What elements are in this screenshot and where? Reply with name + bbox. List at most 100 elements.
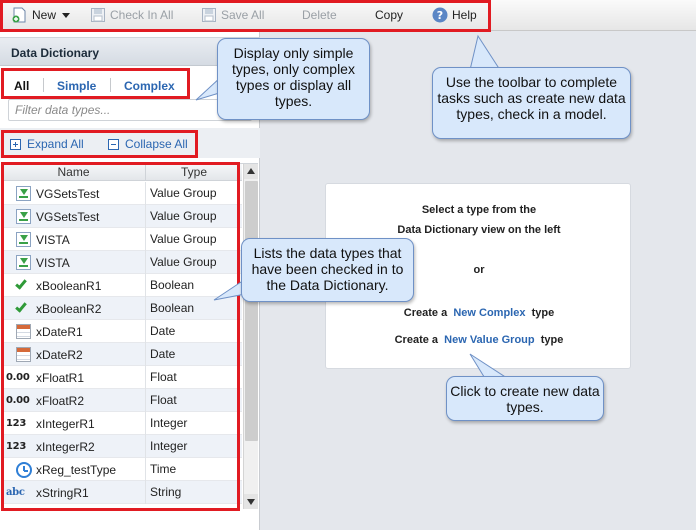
table-row[interactable]: xReg_testType Time — [2, 458, 242, 481]
table-row[interactable]: VGSetsTest Value Group — [2, 182, 242, 205]
table-row[interactable]: 0.00 xFloatR1 Float — [2, 366, 242, 389]
checkmark-icon — [6, 274, 32, 297]
name-cell: 123 xIntegerR2 — [2, 435, 146, 458]
row-name: xBooleanR1 — [36, 278, 102, 293]
row-name: xFloatR1 — [36, 370, 85, 385]
value-group-icon — [6, 182, 32, 205]
float-icon: 0.00 — [6, 389, 32, 412]
tab-all[interactable]: All — [14, 79, 29, 93]
type-cell: Value Group — [150, 255, 217, 269]
save-all-label: Save All — [221, 8, 265, 22]
row-name: xDateR2 — [36, 347, 83, 362]
tab-divider — [43, 78, 44, 92]
table-row[interactable]: VGSetsTest Value Group — [2, 205, 242, 228]
row-name: VGSetsTest — [36, 209, 100, 224]
name-cell: xDateR1 — [2, 320, 146, 343]
collapse-all-button[interactable]: Collapse All — [108, 137, 188, 151]
grid-body: VGSetsTest Value Group VGSetsTest Value Gro… — [2, 182, 242, 504]
integer-icon: 123 — [6, 435, 32, 458]
delete-label: Delete — [302, 8, 337, 22]
dropdown-arrow-icon[interactable] — [62, 12, 71, 18]
table-row[interactable]: xBooleanR1 Boolean — [2, 274, 242, 297]
table-row[interactable]: 0.00 xFloatR2 Float — [2, 389, 242, 412]
scroll-thumb[interactable] — [245, 181, 258, 441]
copy-label: Copy — [375, 8, 404, 22]
new-document-icon — [12, 7, 28, 23]
calendar-icon — [6, 320, 32, 343]
expand-all-button[interactable]: Expand All — [10, 137, 84, 151]
float-icon-text: 0.00 — [6, 372, 30, 383]
name-cell: xBooleanR2 — [2, 297, 146, 320]
scroll-up-icon[interactable] — [244, 164, 258, 179]
expand-collapse-bar: Expand All Collapse All — [0, 128, 260, 158]
name-cell: VISTA — [2, 251, 146, 274]
type-cell: Float — [150, 393, 177, 407]
type-cell: Value Group — [150, 209, 217, 223]
filter-input[interactable] — [8, 99, 252, 121]
collapse-all-label: Collapse All — [125, 137, 188, 151]
integer-icon: 123 — [6, 412, 32, 435]
help-icon: ? — [432, 7, 448, 23]
save-all-button[interactable]: Save All — [201, 6, 264, 24]
calendar-icon — [6, 343, 32, 366]
row-name: xFloatR2 — [36, 393, 85, 408]
string-icon: abc — [6, 481, 32, 504]
toolbar: New Check In All Save All Delete Copy ? … — [0, 0, 696, 31]
save-icon — [201, 7, 217, 23]
grid-scrollbar[interactable] — [243, 164, 258, 509]
new-complex-link[interactable]: New Complex — [453, 307, 525, 319]
type-cell: Value Group — [150, 232, 217, 246]
tab-simple[interactable]: Simple — [57, 79, 96, 93]
grid-header: Name Type — [2, 164, 242, 181]
toolbar-callout: Use the toolbar to complete tasks such a… — [432, 67, 631, 139]
check-in-all-button[interactable]: Check In All — [90, 6, 173, 24]
tab-divider — [110, 78, 111, 92]
table-row[interactable]: VISTA Value Group — [2, 228, 242, 251]
name-cell: VGSetsTest — [2, 205, 146, 228]
scroll-down-icon[interactable] — [244, 494, 258, 509]
table-row[interactable]: xDateR2 Date — [2, 343, 242, 366]
value-group-icon — [6, 228, 32, 251]
new-label: New — [32, 8, 57, 22]
create-suffix: type — [531, 307, 555, 319]
integer-icon-text: 123 — [6, 418, 26, 429]
tab-complex[interactable]: Complex — [124, 79, 175, 93]
type-cell: String — [150, 485, 182, 499]
data-types-grid: Name Type VGSetsTest Value Group VGSetsTes… — [2, 163, 258, 509]
copy-button[interactable]: Copy — [375, 6, 403, 24]
type-cell: Boolean — [150, 301, 195, 315]
delete-button[interactable]: Delete — [302, 6, 337, 24]
create-callout: Click to create new data types. — [446, 376, 604, 421]
row-name: VISTA — [36, 255, 70, 270]
expand-all-label: Expand All — [27, 137, 84, 151]
value-group-icon — [6, 251, 32, 274]
check-in-icon — [90, 7, 106, 23]
grid-callout: Lists the data types that have been chec… — [241, 238, 414, 302]
help-button[interactable]: ? Help — [432, 6, 477, 24]
table-row[interactable]: VISTA Value Group — [2, 251, 242, 274]
check-in-all-label: Check In All — [110, 8, 174, 22]
instruction-line-2: Data Dictionary view on the left — [397, 224, 561, 236]
type-cell: Time — [150, 462, 177, 476]
expand-icon — [10, 138, 21, 150]
new-value-group-link[interactable]: New Value Group — [444, 334, 534, 346]
type-cell: Value Group — [150, 186, 217, 200]
table-row[interactable]: 123 xIntegerR2 Integer — [2, 435, 242, 458]
row-name: VGSetsTest — [36, 186, 100, 201]
name-cell: xReg_testType — [2, 458, 146, 481]
name-cell: VISTA — [2, 228, 146, 251]
type-cell: Boolean — [150, 278, 195, 292]
table-row[interactable]: abc xStringR1 String — [2, 481, 242, 504]
column-header-name[interactable]: Name — [2, 164, 146, 181]
column-header-type[interactable]: Type — [146, 164, 242, 181]
name-cell: 0.00 xFloatR1 — [2, 366, 146, 389]
integer-icon-text: 123 — [6, 441, 26, 452]
name-cell: VGSetsTest — [2, 182, 146, 205]
svg-text:?: ? — [437, 9, 443, 22]
new-button[interactable]: New — [12, 6, 71, 24]
table-row[interactable]: 123 xIntegerR1 Integer — [2, 412, 242, 435]
type-cell: Float — [150, 370, 177, 384]
table-row[interactable]: xBooleanR2 Boolean — [2, 297, 242, 320]
create-complex-line: Create a New Complex type — [326, 307, 632, 319]
table-row[interactable]: xDateR1 Date — [2, 320, 242, 343]
